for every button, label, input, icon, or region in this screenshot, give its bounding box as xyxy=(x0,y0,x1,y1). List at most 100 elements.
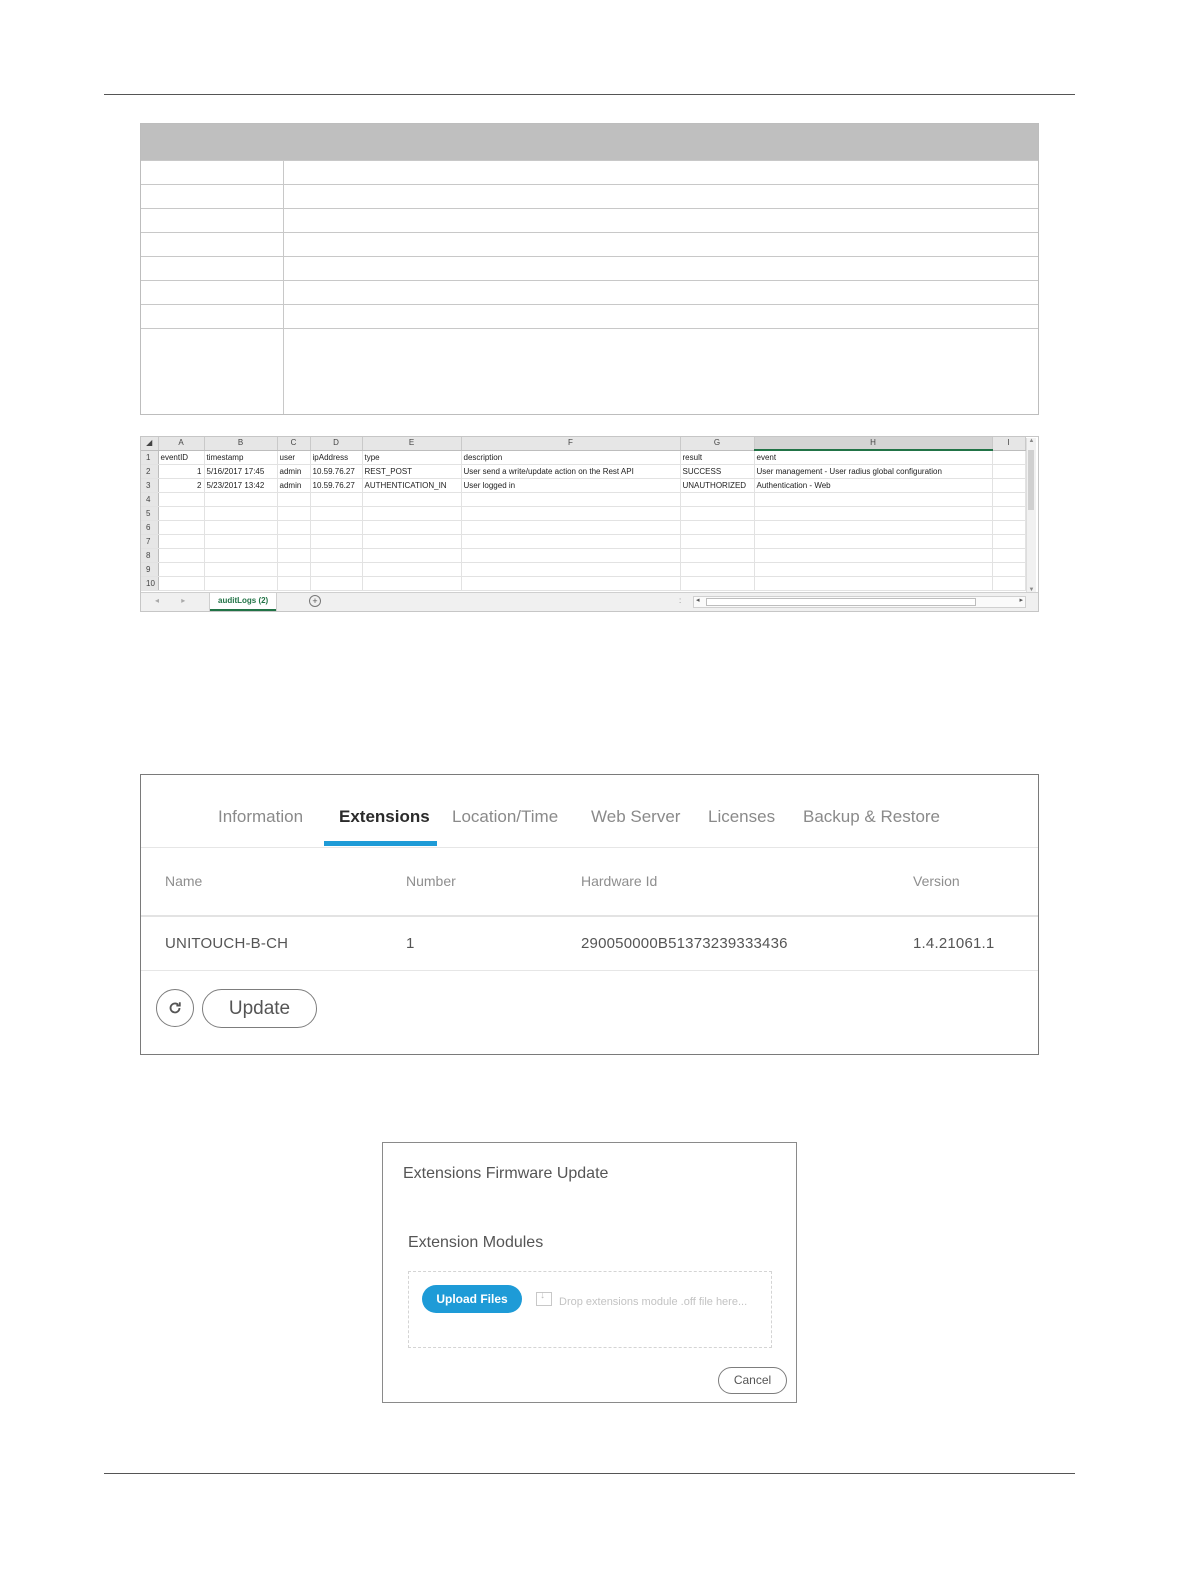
vertical-scrollbar[interactable]: ▲ ▼ xyxy=(1026,438,1036,593)
tab-information[interactable]: Information xyxy=(218,807,303,827)
sheet-cell[interactable] xyxy=(680,534,755,549)
sheet-cell[interactable] xyxy=(461,520,681,535)
sheet-cell[interactable] xyxy=(204,534,278,549)
sheet-cell[interactable] xyxy=(277,492,311,507)
sheet-cell[interactable] xyxy=(461,576,681,591)
header-cell[interactable]: event xyxy=(754,450,993,465)
column-letter[interactable]: A xyxy=(158,437,205,451)
sheet-cell[interactable]: admin xyxy=(277,464,311,479)
header-cell[interactable]: ipAddress xyxy=(310,450,363,465)
row-number[interactable]: 6 xyxy=(141,520,159,535)
sheet-cell[interactable]: REST_POST xyxy=(362,464,462,479)
sheet-cell[interactable] xyxy=(362,520,462,535)
row-number[interactable]: 1 xyxy=(141,450,159,465)
column-letter[interactable]: C xyxy=(277,437,311,451)
sheet-cell[interactable]: AUTHENTICATION_IN xyxy=(362,478,462,493)
sheet-cell[interactable] xyxy=(310,520,363,535)
sheet-cell[interactable]: Authentication - Web xyxy=(754,478,993,493)
add-sheet-icon[interactable]: + xyxy=(309,595,321,607)
row-number[interactable]: 3 xyxy=(141,478,159,493)
sheet-cell[interactable] xyxy=(992,506,1026,521)
row-number[interactable]: 5 xyxy=(141,506,159,521)
file-drop-zone[interactable]: Upload Files Drop extensions module .off… xyxy=(408,1271,772,1348)
sheet-cell[interactable] xyxy=(310,492,363,507)
sheet-cell[interactable] xyxy=(461,492,681,507)
sheet-cell[interactable] xyxy=(310,562,363,577)
sheet-cell[interactable] xyxy=(204,520,278,535)
tab-web-server[interactable]: Web Server xyxy=(591,807,680,827)
header-cell[interactable]: description xyxy=(461,450,681,465)
sheet-cell[interactable] xyxy=(680,492,755,507)
sheet-cell[interactable] xyxy=(204,492,278,507)
column-letter[interactable]: B xyxy=(204,437,278,451)
sheet-cell[interactable] xyxy=(992,464,1026,479)
column-letter-selected[interactable]: H xyxy=(754,437,993,451)
scroll-right-icon[interactable]: ▸ xyxy=(1019,596,1023,604)
row-number[interactable]: 10 xyxy=(141,576,159,591)
sheet-cell[interactable] xyxy=(277,576,311,591)
sheet-cell[interactable] xyxy=(680,576,755,591)
sheet-cell[interactable] xyxy=(992,478,1026,493)
column-letter[interactable]: F xyxy=(461,437,681,451)
sheet-cell[interactable] xyxy=(362,506,462,521)
sheet-cell[interactable]: User logged in xyxy=(461,478,681,493)
sheet-cell[interactable] xyxy=(754,534,993,549)
sheet-cell[interactable] xyxy=(461,548,681,563)
sheet-cell[interactable]: User send a write/update action on the R… xyxy=(461,464,681,479)
sheet-cell[interactable] xyxy=(992,520,1026,535)
sheet-cell[interactable] xyxy=(992,562,1026,577)
header-cell[interactable]: timestamp xyxy=(204,450,278,465)
scroll-thumb[interactable] xyxy=(1028,450,1034,510)
select-all-corner[interactable]: ◢ xyxy=(141,437,159,451)
sheet-cell[interactable] xyxy=(310,506,363,521)
row-number[interactable]: 4 xyxy=(141,492,159,507)
sheet-cell[interactable]: 1 xyxy=(158,464,205,479)
sheet-cell[interactable] xyxy=(158,492,205,507)
column-letter[interactable]: D xyxy=(310,437,363,451)
sheet-cell[interactable] xyxy=(992,450,1026,465)
refresh-button[interactable] xyxy=(156,989,194,1027)
tab-location-time[interactable]: Location/Time xyxy=(452,807,558,827)
sheet-cell[interactable] xyxy=(158,548,205,563)
sheet-cell[interactable] xyxy=(754,492,993,507)
sheet-cell[interactable] xyxy=(754,576,993,591)
scroll-thumb[interactable] xyxy=(706,598,976,606)
sheet-nav-arrows-icon[interactable]: ◂ ▸ xyxy=(155,596,195,605)
sheet-cell[interactable] xyxy=(680,506,755,521)
sheet-cell[interactable] xyxy=(362,576,462,591)
sheet-cell[interactable] xyxy=(680,520,755,535)
sheet-cell[interactable] xyxy=(204,562,278,577)
sheet-cell[interactable] xyxy=(992,492,1026,507)
header-cell[interactable]: user xyxy=(277,450,311,465)
cancel-button[interactable]: Cancel xyxy=(718,1367,787,1394)
sheet-cell[interactable] xyxy=(992,534,1026,549)
sheet-cell[interactable] xyxy=(158,562,205,577)
sheet-cell[interactable]: 10.59.76.27 xyxy=(310,464,363,479)
sheet-cell[interactable]: 5/16/2017 17:45 xyxy=(204,464,278,479)
sheet-cell[interactable] xyxy=(680,562,755,577)
horizontal-scrollbar[interactable]: ◂ ▸ xyxy=(693,596,1026,608)
sheet-cell[interactable]: 5/23/2017 13:42 xyxy=(204,478,278,493)
sheet-cell[interactable] xyxy=(277,520,311,535)
sheet-cell[interactable] xyxy=(310,548,363,563)
row-number[interactable]: 7 xyxy=(141,534,159,549)
sheet-cell[interactable] xyxy=(754,548,993,563)
sheet-cell[interactable]: SUCCESS xyxy=(680,464,755,479)
tab-backup-restore[interactable]: Backup & Restore xyxy=(803,807,940,827)
sheet-cell[interactable] xyxy=(992,576,1026,591)
sheet-cell[interactable] xyxy=(277,534,311,549)
sheet-cell[interactable] xyxy=(992,548,1026,563)
sheet-cell[interactable]: admin xyxy=(277,478,311,493)
row-number[interactable]: 2 xyxy=(141,464,159,479)
tab-licenses[interactable]: Licenses xyxy=(708,807,775,827)
sheet-cell[interactable] xyxy=(158,506,205,521)
sheet-cell[interactable] xyxy=(461,534,681,549)
sheet-cell[interactable] xyxy=(204,548,278,563)
upload-files-button[interactable]: Upload Files xyxy=(422,1285,522,1313)
sheet-cell[interactable] xyxy=(754,520,993,535)
sheet-cell[interactable]: User management - User radius global con… xyxy=(754,464,993,479)
split-handle-icon[interactable]: : xyxy=(679,596,681,605)
sheet-tab-auditlogs[interactable]: auditLogs (2) xyxy=(210,593,277,611)
sheet-cell[interactable]: 10.59.76.27 xyxy=(310,478,363,493)
header-cell[interactable]: result xyxy=(680,450,755,465)
